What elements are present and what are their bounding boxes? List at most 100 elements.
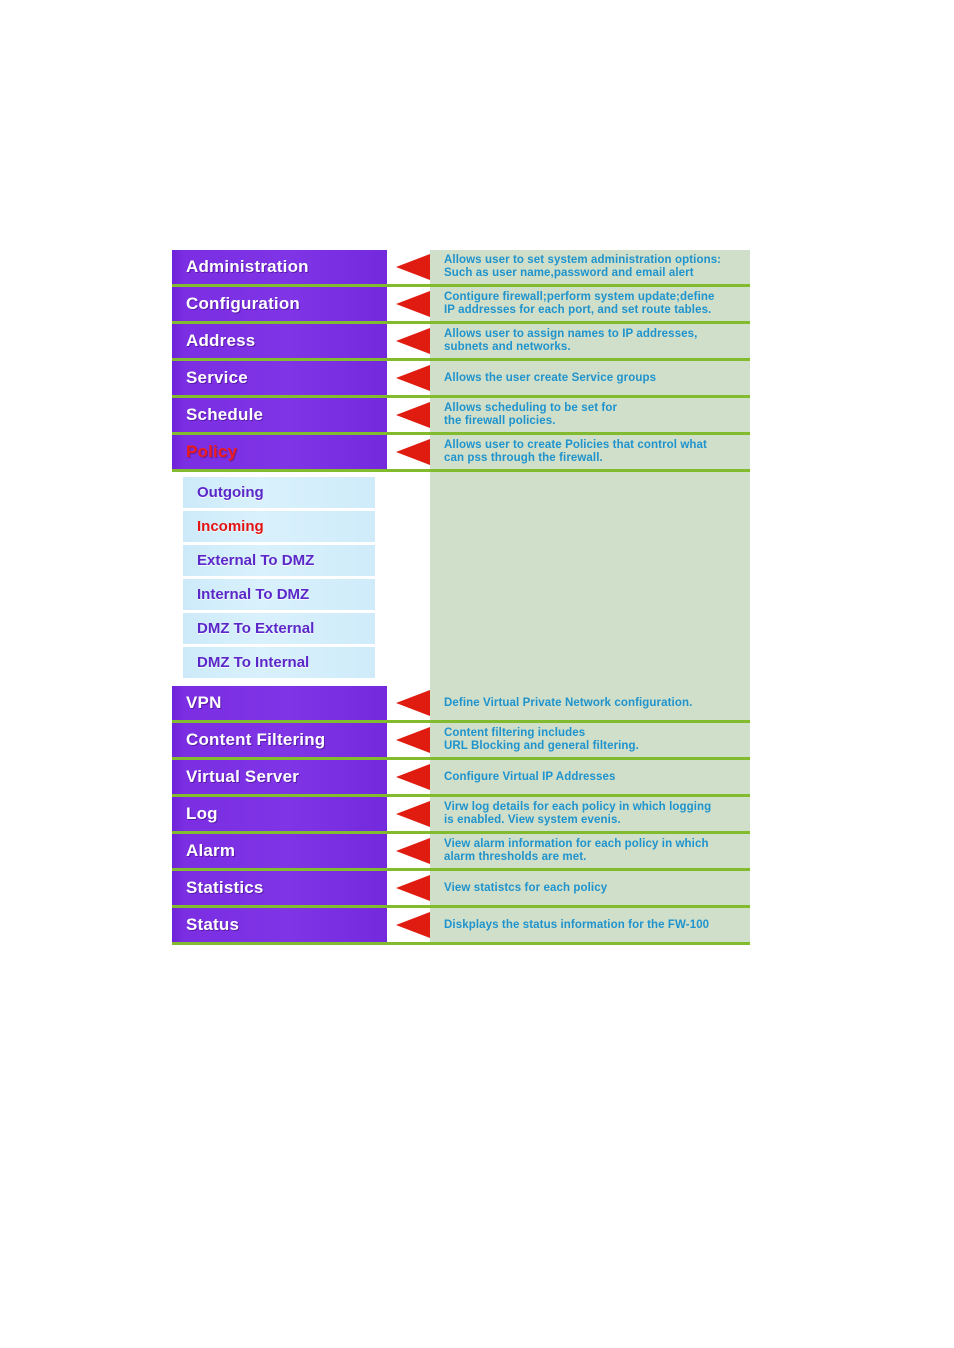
menu-row-statistics[interactable]: Statistics View statistcs for each policy [172, 871, 750, 908]
description-line: Allows the user create Service groups [444, 371, 657, 384]
row-separator [172, 942, 750, 945]
nav-button-label: Configuration [186, 294, 301, 313]
description-line: subnets and networks. [444, 341, 571, 353]
firewall-menu-diagram: Administration Allows user to set system … [172, 250, 750, 945]
nav-button-log[interactable]: Log [172, 797, 387, 831]
nav-button-status[interactable]: Status [172, 908, 387, 942]
nav-button-policy[interactable]: Policy [172, 435, 387, 469]
menu-row-virtual-server[interactable]: Virtual Server Configure Virtual IP Addre… [172, 760, 750, 797]
description-line: Such as user name,password and email ale… [444, 267, 694, 279]
description-text-content-filtering: Content filtering includes URL Blocking a… [444, 723, 744, 757]
description-text-statistics: View statistcs for each policy [444, 871, 744, 905]
menu-row-administration[interactable]: Administration Allows user to set system … [172, 250, 750, 287]
policy-subitem-internal-to-dmz[interactable]: Internal To DMZ [183, 579, 375, 610]
policy-subitem-label: Outgoing [197, 484, 264, 501]
policy-subitem-dmz-to-external[interactable]: DMZ To External [183, 613, 375, 644]
nav-button-configuration[interactable]: Configuration [172, 287, 387, 321]
menu-row-status[interactable]: Status Diskplays the status information f… [172, 908, 750, 945]
policy-subitem-label: External To DMZ [197, 552, 315, 569]
description-text-policy: Allows user to create Policies that cont… [444, 435, 744, 469]
description-line: Diskplays the status information for the… [444, 918, 710, 931]
description-line: Contigure firewall;perform system update… [444, 291, 715, 303]
description-line: Content filtering includes [444, 727, 586, 739]
nav-button-label: Log [186, 804, 218, 823]
description-text-administration: Allows user to set system administration… [444, 250, 744, 284]
description-line: alarm thresholds are met. [444, 851, 587, 863]
description-text-alarm: View alarm information for each policy i… [444, 834, 744, 868]
policy-subitem-label: Internal To DMZ [197, 586, 310, 603]
left-arrow-icon [396, 439, 430, 465]
nav-button-label: Schedule [186, 405, 264, 424]
menu-row-vpn[interactable]: VPN Define Virtual Private Network config… [172, 686, 750, 723]
description-line: URL Blocking and general filtering. [444, 740, 639, 752]
nav-button-virtual-server[interactable]: Virtual Server [172, 760, 387, 794]
left-arrow-icon [396, 402, 430, 428]
menu-row-service[interactable]: Service Allows the user create Service gr… [172, 361, 750, 398]
policy-subitem-label: Incoming [197, 518, 264, 535]
nav-button-address[interactable]: Address [172, 324, 387, 358]
menu-row-address[interactable]: Address Allows user to assign names to IP… [172, 324, 750, 361]
policy-subitem-outgoing[interactable]: Outgoing [183, 477, 375, 508]
menu-row-alarm[interactable]: Alarm View alarm information for each pol… [172, 834, 750, 871]
description-line: View alarm information for each policy i… [444, 838, 709, 850]
description-line: Virw log details for each policy in whic… [444, 801, 712, 813]
left-arrow-icon [396, 838, 430, 864]
left-arrow-icon [396, 365, 430, 391]
description-line: Configure Virtual IP Addresses [444, 770, 616, 783]
nav-button-label: Status [186, 915, 240, 934]
description-line: Allows scheduling to be set for [444, 402, 618, 414]
left-arrow-icon [396, 291, 430, 317]
description-line: Allows user to set system administration… [444, 254, 722, 266]
nav-button-statistics[interactable]: Statistics [172, 871, 387, 905]
description-line: Define Virtual Private Network configura… [444, 696, 693, 709]
policy-subitem-dmz-to-internal[interactable]: DMZ To Internal [183, 647, 375, 678]
description-line: View statistcs for each policy [444, 881, 608, 894]
left-arrow-icon [396, 764, 430, 790]
description-text-address: Allows user to assign names to IP addres… [444, 324, 744, 358]
nav-button-administration[interactable]: Administration [172, 250, 387, 284]
nav-button-label: Statistics [186, 878, 264, 897]
nav-button-label: Alarm [186, 841, 236, 860]
menu-row-content-filtering[interactable]: Content Filtering Content filtering inclu… [172, 723, 750, 760]
description-text-status: Diskplays the status information for the… [444, 908, 744, 942]
description-line: can pss through the firewall. [444, 452, 603, 464]
description-line: IP addresses for each port, and set rout… [444, 304, 712, 316]
nav-button-label: Address [186, 331, 256, 350]
left-arrow-icon [396, 912, 430, 938]
description-text-vpn: Define Virtual Private Network configura… [444, 686, 744, 720]
nav-button-vpn[interactable]: VPN [172, 686, 387, 720]
description-line: Allows user to assign names to IP addres… [444, 328, 698, 340]
nav-button-label: Content Filtering [186, 730, 326, 749]
description-text-log: Virw log details for each policy in whic… [444, 797, 744, 831]
left-arrow-icon [396, 727, 430, 753]
nav-button-alarm[interactable]: Alarm [172, 834, 387, 868]
description-text-service: Allows the user create Service groups [444, 361, 744, 395]
left-arrow-icon [396, 690, 430, 716]
menu-row-log[interactable]: Log Virw log details for each policy in w… [172, 797, 750, 834]
policy-subitem-label: DMZ To External [197, 620, 315, 637]
policy-subitem-external-to-dmz[interactable]: External To DMZ [183, 545, 375, 576]
policy-subitem-label: DMZ To Internal [197, 654, 310, 671]
nav-button-content-filtering[interactable]: Content Filtering [172, 723, 387, 757]
description-line: the firewall policies. [444, 415, 556, 427]
left-arrow-icon [396, 875, 430, 901]
description-text-virtual-server: Configure Virtual IP Addresses [444, 760, 744, 794]
menu-row-schedule[interactable]: Schedule Allows scheduling to be set for t… [172, 398, 750, 435]
policy-subitem-incoming[interactable]: Incoming [183, 511, 375, 542]
menu-row-policy[interactable]: Policy Allows user to create Policies tha… [172, 435, 750, 472]
nav-button-service[interactable]: Service [172, 361, 387, 395]
nav-button-label: Service [186, 368, 248, 387]
description-line: is enabled. View system evenis. [444, 814, 621, 826]
left-arrow-icon [396, 254, 430, 280]
nav-button-label: Virtual Server [186, 767, 300, 786]
description-text-schedule: Allows scheduling to be set for the firew… [444, 398, 744, 432]
left-arrow-icon [396, 801, 430, 827]
left-arrow-icon [396, 328, 430, 354]
description-line: Allows user to create Policies that cont… [444, 439, 707, 451]
nav-button-label: VPN [186, 693, 222, 712]
nav-button-label: Administration [186, 257, 309, 276]
description-text-configuration: Contigure firewall;perform system update… [444, 287, 744, 321]
nav-button-schedule[interactable]: Schedule [172, 398, 387, 432]
nav-button-label: Policy [186, 442, 238, 461]
menu-row-configuration[interactable]: Configuration Contigure firewall;perform … [172, 287, 750, 324]
